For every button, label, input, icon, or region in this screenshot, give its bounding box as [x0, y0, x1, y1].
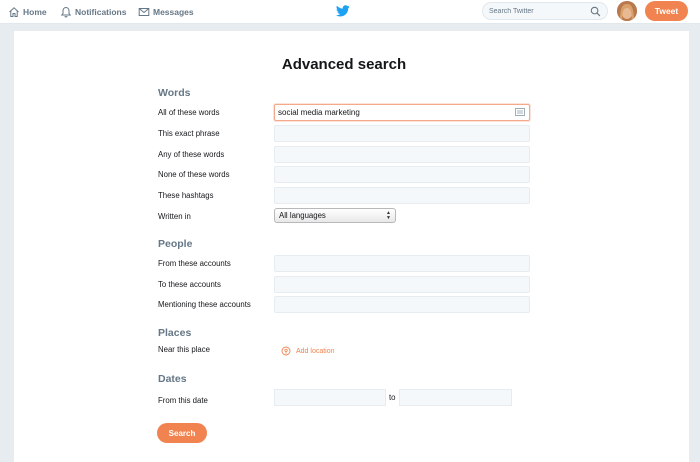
- envelope-icon: [138, 8, 150, 16]
- nav-notifications[interactable]: Notifications: [60, 4, 126, 20]
- dates-heading: Dates: [158, 373, 187, 385]
- keyboard-icon[interactable]: [515, 108, 525, 116]
- nav-home-label: Home: [23, 7, 47, 17]
- search-button[interactable]: Search: [157, 423, 207, 443]
- avatar[interactable]: [617, 1, 637, 21]
- from-accounts-label: From these accounts: [158, 259, 231, 268]
- page-title: Advanced search: [281, 56, 407, 73]
- magnifier-icon[interactable]: [590, 6, 601, 17]
- words-heading: Words: [158, 87, 191, 99]
- hashtags-input[interactable]: [274, 187, 530, 204]
- home-icon: [9, 7, 19, 17]
- from-date-field[interactable]: [274, 389, 386, 406]
- nav-messages-label: Messages: [153, 7, 194, 17]
- any-words-input[interactable]: [274, 146, 530, 163]
- mentioning-accounts-input[interactable]: [274, 296, 530, 313]
- twitter-bird-icon[interactable]: [336, 5, 350, 17]
- any-words-label: Any of these words: [158, 150, 225, 159]
- all-words-label: All of these words: [158, 108, 220, 117]
- places-heading: Places: [158, 327, 192, 339]
- from-accounts-input[interactable]: [274, 255, 530, 272]
- nav-home[interactable]: Home: [8, 4, 47, 20]
- language-selected-value: All languages: [279, 211, 326, 220]
- avatar-image: [617, 1, 637, 21]
- to-date-field[interactable]: [399, 389, 512, 406]
- exact-phrase-input[interactable]: [274, 125, 530, 142]
- to-accounts-label: To these accounts: [158, 280, 221, 289]
- exact-phrase-label: This exact phrase: [158, 129, 220, 138]
- nav-messages[interactable]: Messages: [138, 4, 194, 20]
- from-date-label: From this date: [158, 396, 208, 405]
- search-box[interactable]: [482, 2, 608, 20]
- language-select[interactable]: All languages ▲ ▼: [274, 208, 396, 223]
- to-date-label: to: [389, 393, 396, 402]
- near-place-label: Near this place: [158, 345, 211, 354]
- all-words-input[interactable]: [274, 104, 530, 121]
- nav-notifications-label: Notifications: [75, 7, 127, 17]
- search-input[interactable]: [489, 5, 585, 17]
- none-words-label: None of these words: [158, 170, 230, 179]
- add-location-link[interactable]: Add location: [281, 345, 335, 357]
- add-location-label: Add location: [296, 347, 335, 355]
- location-pin-icon: [281, 346, 291, 356]
- mentioning-accounts-label: Mentioning these accounts: [158, 300, 251, 309]
- written-in-label: Written in: [158, 212, 191, 221]
- tweet-button[interactable]: Tweet: [645, 1, 688, 21]
- none-words-input[interactable]: [274, 166, 530, 183]
- bell-icon: [60, 6, 72, 18]
- top-navigation-bar: Home Notifications Messages Tweet: [0, 0, 700, 24]
- hashtags-label: These hashtags: [158, 191, 214, 200]
- people-heading: People: [158, 238, 193, 250]
- to-accounts-input[interactable]: [274, 276, 530, 293]
- select-arrows-icon: ▲ ▼: [386, 210, 391, 221]
